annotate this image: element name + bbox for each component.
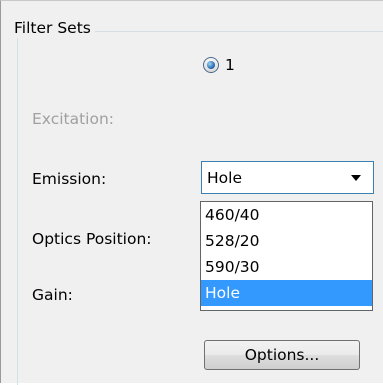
emission-select[interactable]: Hole: [201, 161, 374, 194]
radio-dot: [207, 61, 215, 69]
radio-selected-icon[interactable]: [203, 57, 219, 73]
emission-dropdown-list: 460/40 528/20 590/30 Hole: [200, 201, 373, 311]
emission-option-590-30[interactable]: 590/30: [201, 254, 372, 280]
filter-set-radio-label: 1: [225, 56, 235, 74]
optics-position-label: Optics Position:: [32, 230, 152, 248]
emission-option-hole[interactable]: Hole: [201, 280, 372, 306]
emission-label: Emission:: [32, 170, 107, 188]
gain-label: Gain:: [32, 286, 73, 304]
emission-option-528-20[interactable]: 528/20: [201, 228, 372, 254]
filter-sets-panel: Filter Sets 1 Excitation: Emission: Opti…: [0, 0, 383, 385]
emission-option-460-40[interactable]: 460/40: [201, 202, 372, 228]
filter-sets-group-title: Filter Sets: [11, 18, 95, 38]
chevron-down-icon[interactable]: [351, 175, 361, 181]
emission-select-value: Hole: [207, 169, 242, 187]
excitation-label: Excitation:: [32, 110, 115, 128]
filter-set-radio-1[interactable]: 1: [203, 56, 235, 74]
options-button[interactable]: Options...: [204, 340, 360, 370]
